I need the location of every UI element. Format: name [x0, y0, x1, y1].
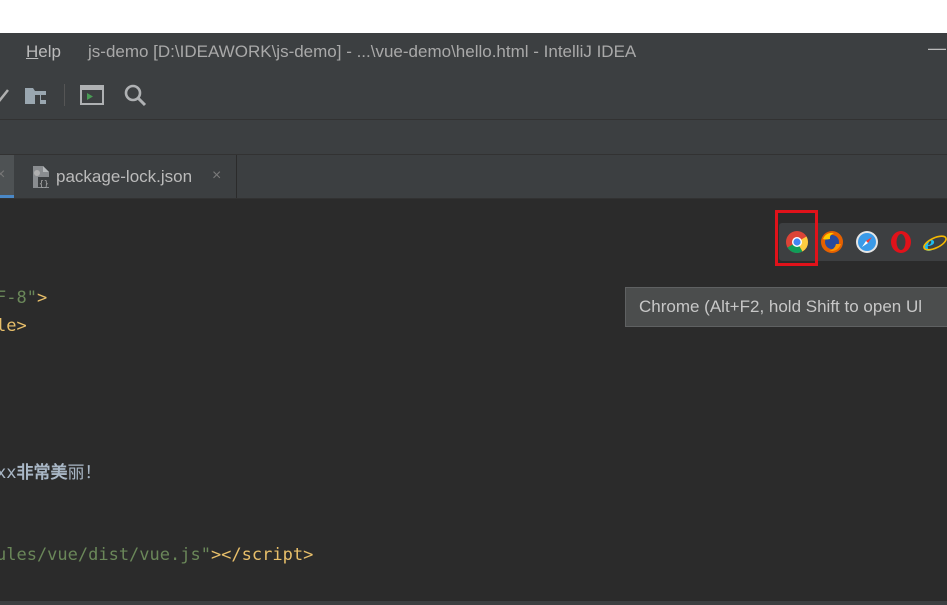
code-token: >	[16, 316, 27, 336]
window-title: js-demo [D:\IDEAWORK\js-demo] - ...\vue-…	[88, 42, 637, 61]
code-token: F-8"	[0, 288, 37, 308]
svg-text:{}: {}	[39, 179, 49, 188]
minimize-button[interactable]: —	[928, 38, 946, 59]
tab-package-lock-json[interactable]: {} package-lock.json ×	[18, 155, 237, 198]
ie-button[interactable]: e	[920, 227, 947, 257]
active-tab-indicator	[0, 195, 14, 198]
tab-previous-close[interactable]: ×	[0, 166, 5, 184]
firefox-icon	[821, 231, 843, 253]
navigation-bar	[0, 120, 947, 155]
safari-icon	[856, 231, 878, 253]
firefox-button[interactable]	[817, 227, 847, 257]
code-token: le	[0, 316, 17, 336]
editor-tab-bar: × {} package-lock.json ×	[0, 155, 947, 199]
json-file-icon: {}	[30, 165, 52, 194]
code-token: 非常美	[16, 463, 68, 483]
toolbar-separator	[64, 84, 65, 106]
chrome-highlight-box	[775, 210, 818, 266]
browser-tooltip: Chrome (Alt+F2, hold Shift to open Ul	[625, 287, 947, 327]
code-token: script	[241, 545, 304, 565]
search-icon[interactable]	[121, 71, 149, 119]
code-token: xx	[0, 463, 17, 483]
code-token: 丽！	[67, 463, 102, 483]
status-bar-edge	[0, 601, 947, 605]
run-console-icon[interactable]	[78, 71, 106, 119]
ie-icon: e	[923, 231, 947, 254]
tab-label: package-lock.json	[56, 167, 193, 186]
tab-previous[interactable]: ×	[0, 155, 14, 198]
code-line-script: ules/vue/dist/vue.js"></script>	[0, 545, 313, 565]
opera-icon	[891, 231, 911, 253]
project-structure-icon[interactable]	[22, 71, 50, 119]
main-toolbar	[0, 71, 947, 120]
code-line-charset: F-8">	[0, 288, 47, 308]
title-menu-bar: v Help js-demo [D:\IDEAWORK\js-demo] - .…	[0, 33, 947, 71]
code-token: >	[303, 545, 314, 565]
code-line-title: le>	[0, 316, 27, 336]
tooltip-text: Chrome (Alt+F2, hold Shift to open Ul	[639, 297, 922, 316]
checkmark-icon[interactable]	[0, 71, 10, 119]
safari-button[interactable]	[852, 227, 882, 257]
screen-top-area	[0, 0, 947, 33]
menu-help[interactable]: Help	[26, 42, 61, 62]
opera-button[interactable]	[886, 227, 916, 257]
code-line-text: xx非常美丽！	[0, 458, 101, 483]
code-token: ules/vue/dist/vue.js"	[0, 545, 211, 565]
code-token: ></	[210, 545, 242, 565]
code-token: >	[36, 288, 48, 308]
tab-close-button[interactable]: ×	[212, 167, 221, 185]
